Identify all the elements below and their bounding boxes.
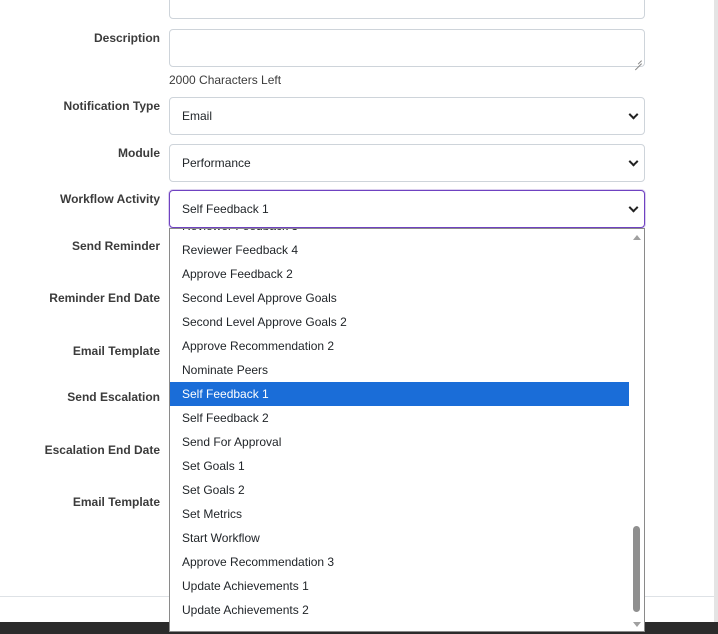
notification-type-label: Notification Type [63, 99, 160, 113]
email-template-label-2: Email Template [72, 495, 160, 509]
chevron-down-icon [628, 109, 639, 120]
scrollbar[interactable] [629, 229, 644, 631]
dropdown-option[interactable]: Reviewer Feedback 4 [170, 238, 630, 262]
escalation-end-date-label: Escalation End Date [44, 443, 160, 457]
send-reminder-label: Send Reminder [71, 239, 160, 253]
dropdown-option[interactable]: Approve Recommendation 2 [170, 334, 630, 358]
dropdown-option[interactable]: Approve Feedback 2 [170, 262, 630, 286]
dropdown-option[interactable]: Start Workflow [170, 526, 630, 550]
email-template-label: Email Template [72, 344, 160, 358]
dropdown-option[interactable]: Reviewer Feedback 3 [170, 229, 630, 238]
reminder-end-date-label: Reminder End Date [49, 291, 160, 305]
dropdown-option[interactable]: Approve Recommendation 3 [170, 550, 630, 574]
dropdown-option[interactable]: Update Achievements 2 [170, 598, 630, 622]
scrollbar-thumb[interactable] [633, 526, 640, 612]
dropdown-option[interactable]: Nominate Peers [170, 358, 630, 382]
workflow-activity-value: Self Feedback 1 [182, 202, 269, 216]
workflow-activity-label: Workflow Activity [59, 192, 160, 206]
description-textarea[interactable] [169, 29, 645, 67]
window-edge [714, 0, 718, 634]
dropdown-option[interactable]: Self Feedback 1 [170, 382, 630, 406]
previous-input-field[interactable] [169, 0, 645, 19]
notification-type-select[interactable]: Email [169, 97, 645, 135]
scroll-down-arrow-icon[interactable] [633, 622, 641, 627]
scroll-up-arrow-icon[interactable] [633, 235, 641, 240]
dropdown-option[interactable]: Send For Approval [170, 430, 630, 454]
dropdown-option[interactable]: Second Level Approve Goals [170, 286, 630, 310]
chevron-down-icon [628, 202, 639, 213]
module-select[interactable]: Performance [169, 144, 645, 182]
send-escalation-label: Send Escalation [67, 390, 160, 404]
dropdown-option[interactable]: Update Achievements 1 [170, 574, 630, 598]
notification-type-value: Email [182, 109, 213, 123]
chevron-down-icon [628, 156, 639, 167]
workflow-activity-dropdown-list[interactable]: Reviewer Feedback 3Reviewer Feedback 4Ap… [169, 228, 645, 632]
module-label: Module [118, 146, 160, 160]
dropdown-option[interactable]: Set Goals 1 [170, 454, 630, 478]
dropdown-option[interactable]: Second Level Approve Goals 2 [170, 310, 630, 334]
dropdown-option[interactable]: Self Feedback 2 [170, 406, 630, 430]
dropdown-option[interactable]: Set Metrics [170, 502, 630, 526]
dropdown-options: Reviewer Feedback 3Reviewer Feedback 4Ap… [170, 229, 630, 622]
resize-grip-icon[interactable] [635, 57, 642, 64]
dropdown-option[interactable]: Set Goals 2 [170, 478, 630, 502]
module-value: Performance [182, 156, 251, 170]
description-label: Description [93, 31, 160, 45]
workflow-activity-select[interactable]: Self Feedback 1 [169, 190, 645, 228]
characters-left-hint: 2000 Characters Left [169, 73, 282, 87]
